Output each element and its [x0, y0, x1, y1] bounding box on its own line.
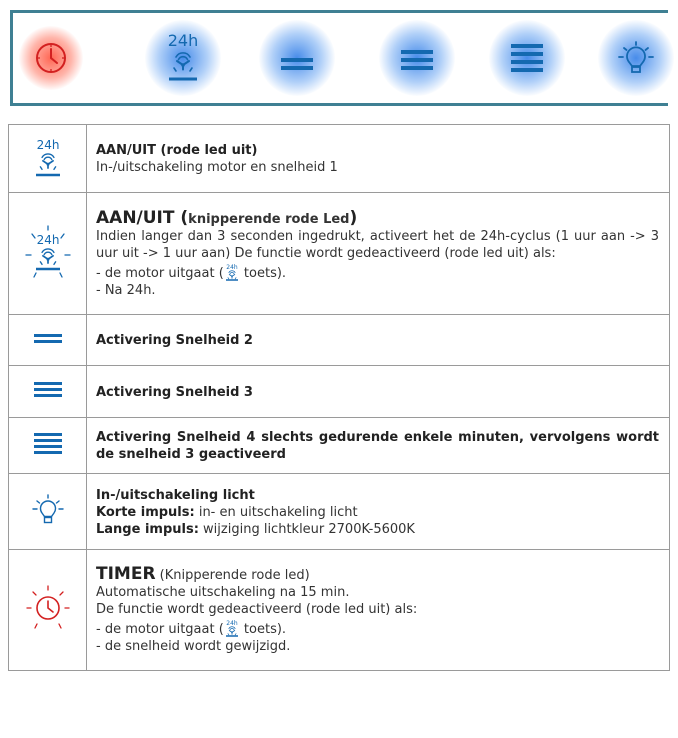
row-title: Activering Snelheid 4 slechts gedurende … — [96, 430, 659, 462]
control-panel: 24h — [10, 10, 674, 106]
speed-3-button[interactable] — [377, 13, 457, 103]
row-text: - de motor uitgaat (24h toets). — [96, 620, 287, 637]
bulb-icon — [31, 493, 64, 523]
speed-3-icon — [401, 50, 433, 70]
svg-text:24h: 24h — [168, 31, 199, 50]
row-text: - de snelheid wordt gewijzigd. — [96, 639, 291, 654]
clock-icon — [36, 43, 66, 73]
fan-24h-icon: 24h — [168, 31, 199, 81]
row-text: - Na 24h. — [96, 282, 156, 298]
row-text: De functie wordt gedeactiveerd (rode led… — [96, 602, 418, 617]
row-title: Activering Snelheid 2 — [96, 333, 253, 348]
table-row: Activering Snelheid 2 — [8, 314, 670, 366]
svg-text:24h: 24h — [226, 264, 238, 271]
fan-24h-icon: 24h — [225, 264, 238, 281]
row-title: TIMER (Knipperende rode led) — [96, 564, 310, 584]
fan-24h-icon: 24h — [225, 620, 238, 637]
table-row: Activering Snelheid 4 slechts gedurende … — [8, 417, 670, 474]
fan-24h-icon: 24h — [35, 138, 60, 176]
row-text: Korte impuls: in- en uitschakeling licht — [96, 504, 358, 520]
light-button[interactable] — [598, 13, 674, 103]
row-text: Lange impuls: wijziging lichtkleur 2700K… — [96, 521, 415, 537]
table-row: 24h AAN/UIT (knipperende rode Led) Indie… — [8, 192, 670, 315]
svg-text:24h: 24h — [36, 138, 59, 152]
timer-button[interactable] — [15, 13, 87, 103]
clock-blinking-icon — [25, 585, 70, 629]
speed-4-icon — [33, 432, 62, 454]
table-row: Activering Snelheid 3 — [8, 365, 670, 418]
speed-2-button[interactable] — [257, 13, 337, 103]
svg-text:24h: 24h — [226, 620, 238, 627]
speed-3-icon — [33, 381, 62, 397]
speed-4-icon — [511, 44, 543, 72]
table-row: TIMER (Knipperende rode led) Automatisch… — [8, 549, 670, 671]
table-row: 24h AAN/UIT (rode led uit) In-/uitschake… — [8, 124, 670, 193]
function-legend-table: 24h AAN/UIT (rode led uit) In-/uitschake… — [8, 124, 670, 671]
fan-24h-blinking-icon: 24h — [24, 224, 71, 278]
speed-2-icon — [33, 334, 62, 343]
row-text: Indien langer dan 3 seconden ingedrukt, … — [96, 228, 659, 261]
row-title: In-/uitschakeling licht — [96, 487, 255, 503]
row-text: In-/uitschakeling motor en snelheid 1 — [96, 160, 338, 175]
row-text: - de motor uitgaat (24h toets). — [96, 263, 287, 281]
on-off-24h-button[interactable]: 24h — [143, 13, 223, 103]
row-title: AAN/UIT (rode led uit) — [96, 143, 258, 158]
bulb-icon — [618, 41, 654, 73]
row-text: Automatische uitschakeling na 15 min. — [96, 585, 350, 600]
speed-4-button[interactable] — [487, 13, 567, 103]
speed-2-icon — [281, 58, 313, 70]
row-title: Activering Snelheid 3 — [96, 384, 253, 400]
row-title: AAN/UIT (knipperende rode Led) — [96, 207, 358, 228]
svg-text:24h: 24h — [36, 233, 59, 247]
table-row: In-/uitschakeling licht Korte impuls: in… — [8, 473, 670, 550]
